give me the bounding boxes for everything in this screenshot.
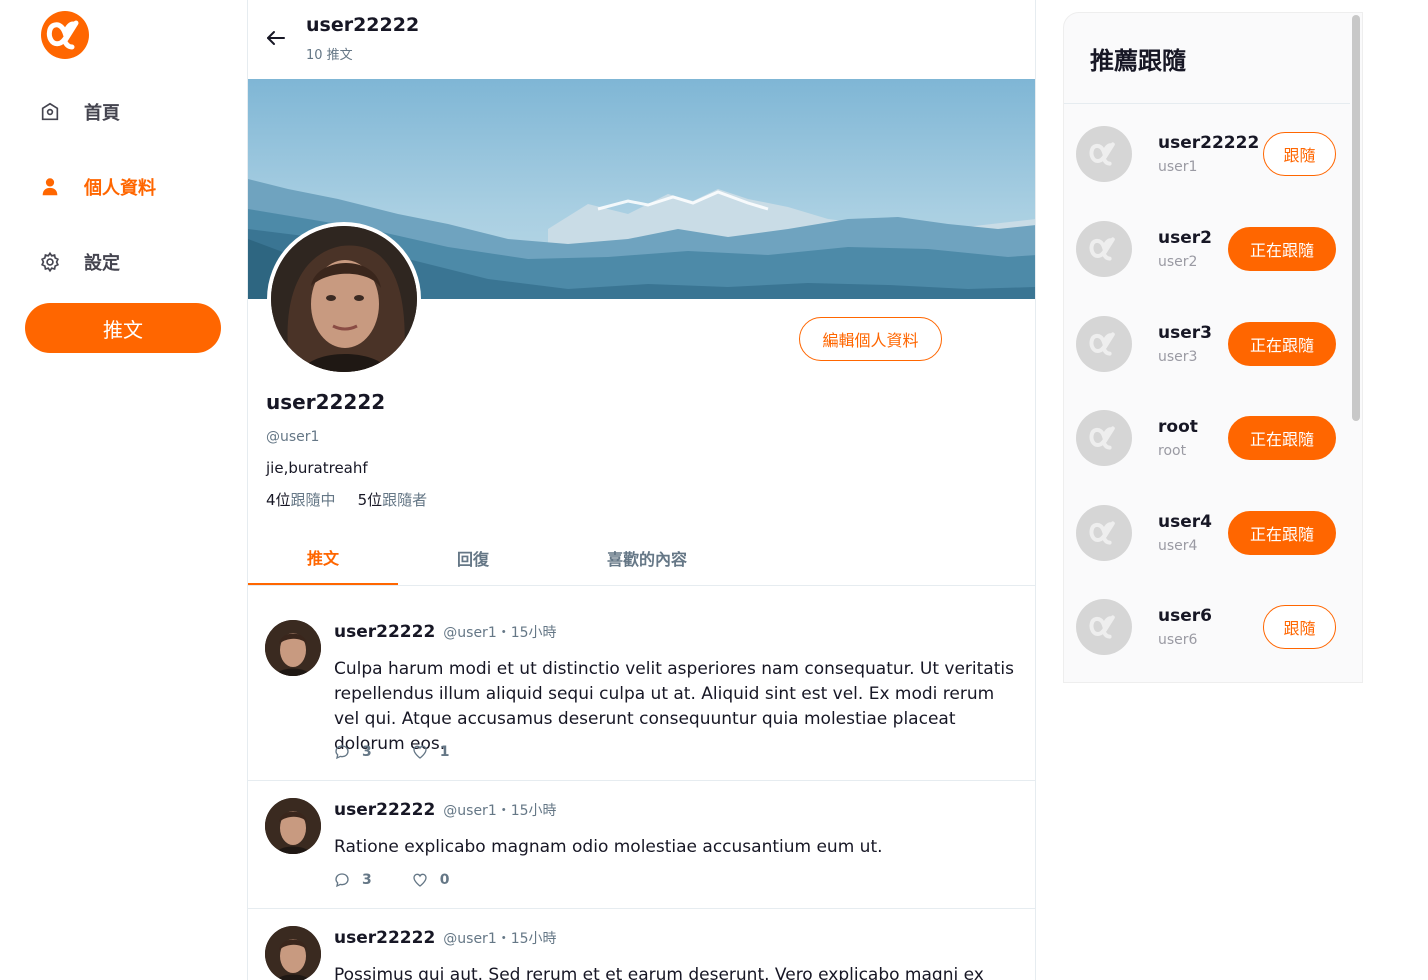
profile-main: user22222 10 推文 編輯個人資料 user22222 @user1 …	[247, 0, 1036, 980]
follow-button[interactable]: 跟隨	[1263, 605, 1336, 649]
profile-stats: 4位跟隨中 5位跟隨者	[266, 489, 427, 510]
avatar-placeholder-icon	[1076, 221, 1132, 277]
avatar-placeholder-icon	[1076, 505, 1132, 561]
recommend-user-handle: user3	[1158, 349, 1198, 365]
recommend-user-item[interactable]: user22222 user1 跟隨	[1064, 107, 1350, 201]
like-count: 1	[439, 744, 450, 760]
recommend-user-name: user2	[1158, 228, 1212, 248]
recommend-user-handle: user2	[1158, 254, 1198, 270]
like-action[interactable]: 0	[412, 872, 450, 888]
tweet-avatar[interactable]	[265, 620, 321, 676]
profile-name: user22222	[266, 390, 386, 414]
following-button[interactable]: 正在跟隨	[1228, 322, 1336, 366]
gear-icon	[38, 250, 62, 274]
recommend-user-item[interactable]: user2 user2 正在跟隨	[1064, 202, 1350, 296]
recommend-user-item[interactable]: root root 正在跟隨	[1064, 391, 1350, 485]
logo-icon[interactable]	[40, 10, 90, 60]
back-arrow-icon[interactable]	[264, 26, 288, 50]
scrollbar[interactable]	[1352, 15, 1360, 421]
recommend-panel: 推薦跟隨 user22222 user1 跟隨 user2 user2 正在跟隨…	[1063, 12, 1363, 683]
reply-count: 3	[362, 872, 372, 888]
recommend-user-handle: root	[1158, 443, 1187, 459]
recommend-user-name: user4	[1158, 512, 1212, 532]
tweet-avatar[interactable]	[265, 798, 321, 854]
like-action[interactable]: 1	[412, 744, 450, 760]
tweet-author[interactable]: user22222	[334, 800, 435, 820]
following-button[interactable]: 正在跟隨	[1228, 416, 1336, 460]
followers-label: 跟隨者	[382, 491, 428, 509]
tab-replies[interactable]: 回復	[398, 530, 548, 585]
recommend-title: 推薦跟隨	[1090, 47, 1186, 75]
heart-icon	[412, 872, 428, 888]
tweet-count: 10 推文	[306, 48, 353, 63]
recommend-user-handle: user6	[1158, 632, 1198, 648]
sidebar-item-label: 個人資料	[84, 178, 156, 199]
recommend-user-item[interactable]: user4 user4 正在跟隨	[1064, 486, 1350, 580]
following-button[interactable]: 正在跟隨	[1228, 511, 1336, 555]
avatar-placeholder-icon	[1076, 126, 1132, 182]
tweet-header: user22222 @user1・15小時	[334, 800, 557, 820]
tweet-actions: 3 1	[334, 744, 450, 760]
tweet-meta: @user1・15小時	[443, 625, 557, 641]
tweet-text: Culpa harum modi et ut distinctio velit …	[334, 659, 1014, 754]
tab-tweets[interactable]: 推文	[248, 530, 398, 585]
tweet-item[interactable]: user22222 @user1・15小時 Culpa harum modi e…	[248, 586, 1035, 781]
edit-profile-button[interactable]: 編輯個人資料	[799, 317, 942, 361]
tweet-item[interactable]: user22222 @user1・15小時 Possimus qui aut. …	[248, 909, 1035, 980]
sidebar-item-settings[interactable]: 設定	[38, 242, 120, 282]
page-title: user22222	[306, 14, 420, 36]
following-count: 4位	[266, 491, 291, 509]
recommend-user-name: user3	[1158, 323, 1212, 343]
tweet-author[interactable]: user22222	[334, 928, 435, 948]
tweet-item[interactable]: user22222 @user1・15小時 Ratione explicabo …	[248, 781, 1035, 909]
reply-action[interactable]: 3	[334, 872, 372, 888]
tweet-meta: @user1・15小時	[443, 931, 557, 947]
profile-avatar[interactable]	[267, 222, 421, 376]
tweet-actions: 3 0	[334, 872, 450, 888]
profile-handle: @user1	[266, 429, 320, 445]
followers-count: 5位	[357, 491, 383, 509]
recommend-user-handle: user1	[1158, 159, 1198, 175]
sidebar-item-home[interactable]: 首頁	[38, 92, 120, 132]
avatar-placeholder-icon	[1076, 410, 1132, 466]
reply-action[interactable]: 3	[334, 744, 372, 760]
profile-header: user22222 10 推文	[248, 0, 1035, 79]
reply-count: 3	[362, 744, 372, 760]
left-sidebar: 首頁 個人資料 設定 推文	[0, 0, 247, 980]
heart-icon	[412, 744, 428, 760]
comment-icon	[334, 744, 350, 760]
avatar-placeholder-icon	[1076, 599, 1132, 655]
tweet-header: user22222 @user1・15小時	[334, 928, 557, 948]
tweet-meta: @user1・15小時	[443, 803, 557, 819]
sidebar-item-label: 首頁	[84, 103, 120, 124]
recommend-user-name: user6	[1158, 606, 1212, 626]
profile-bio: jie,buratreahf	[266, 459, 368, 477]
sidebar-item-profile[interactable]: 個人資料	[38, 167, 156, 207]
recommend-user-name: user22222	[1158, 133, 1260, 153]
user-icon	[38, 175, 62, 199]
avatar-placeholder-icon	[1076, 316, 1132, 372]
home-icon	[38, 100, 62, 124]
following-label: 跟隨中	[290, 491, 336, 509]
tweet-text: Possimus qui aut. Sed rerum et et earum …	[334, 965, 984, 980]
tweet-button[interactable]: 推文	[25, 303, 221, 353]
recommend-user-item[interactable]: user3 user3 正在跟隨	[1064, 297, 1350, 391]
tweet-avatar[interactable]	[265, 926, 321, 980]
tweet-author[interactable]: user22222	[334, 622, 435, 642]
recommend-user-name: root	[1158, 417, 1198, 437]
recommend-user-handle: user4	[1158, 538, 1198, 554]
tweet-header: user22222 @user1・15小時	[334, 622, 557, 642]
followers-link[interactable]: 5位跟隨者	[358, 489, 428, 510]
tab-likes[interactable]: 喜歡的內容	[548, 530, 746, 585]
following-link[interactable]: 4位跟隨中	[266, 489, 336, 510]
like-count: 0	[439, 872, 450, 888]
divider	[1064, 103, 1350, 104]
tweet-text: Ratione explicabo magnam odio molestiae …	[334, 837, 883, 857]
following-button[interactable]: 正在跟隨	[1228, 227, 1336, 271]
sidebar-item-label: 設定	[84, 253, 120, 274]
recommend-user-item[interactable]: user6 user6 跟隨	[1064, 580, 1350, 674]
profile-tabs: 推文 回復 喜歡的內容	[248, 530, 1035, 586]
comment-icon	[334, 872, 350, 888]
follow-button[interactable]: 跟隨	[1263, 132, 1336, 176]
